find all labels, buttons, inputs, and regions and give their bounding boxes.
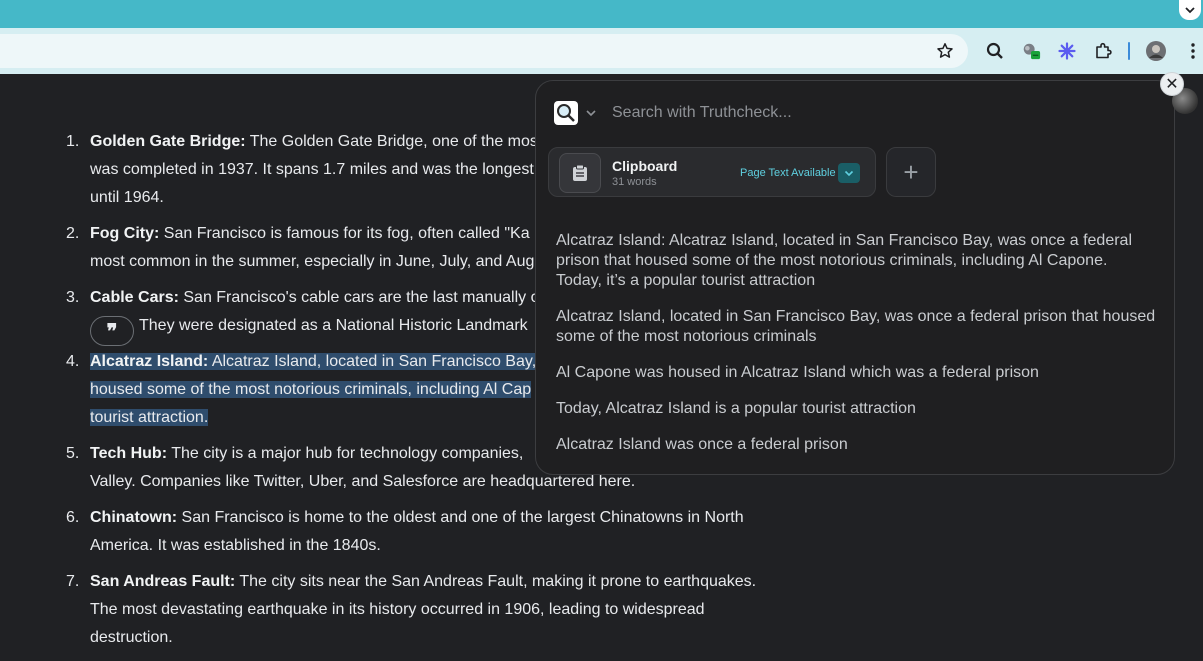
selected-text: housed some of the most notorious crimin…: [90, 381, 532, 398]
item-text: destruction.: [90, 629, 173, 646]
quote-button[interactable]: ❞: [90, 316, 134, 346]
item-title: Alcatraz Island:: [90, 353, 209, 370]
truthcheck-search-input[interactable]: [612, 102, 1152, 124]
claim-item[interactable]: Alcatraz Island: Alcatraz Island, locate…: [556, 231, 1156, 291]
list-item: 6. Chinatown: San Francisco is home to t…: [60, 504, 780, 560]
item-text: most common in the summer, especially in…: [90, 253, 535, 270]
item-title: Chinatown:: [90, 509, 178, 526]
item-text: They were designated as a National Histo…: [139, 317, 528, 334]
item-title: Fog City:: [90, 225, 160, 242]
page-text-status: Page Text Available: [740, 167, 836, 179]
close-popup-button[interactable]: ✕: [1160, 72, 1184, 96]
snowflake-icon[interactable]: [1057, 41, 1077, 61]
claim-item[interactable]: Al Capone was housed in Alcatraz Island …: [556, 363, 1156, 383]
item-number: 3.: [66, 289, 80, 306]
extension-badge-icon[interactable]: [1021, 41, 1041, 61]
address-bar[interactable]: [0, 34, 968, 68]
item-number: 5.: [66, 445, 80, 462]
clipboard-title: Clipboard: [612, 158, 678, 174]
selected-text: tourist attraction.: [90, 409, 209, 426]
item-text: San Francisco's cable cars are the last …: [178, 289, 540, 306]
add-source-button[interactable]: +: [886, 147, 936, 197]
chevron-down-icon: [1185, 7, 1195, 14]
clipboard-word-count: 31 words: [612, 176, 657, 188]
clipboard-icon: [559, 153, 601, 193]
item-title: Golden Gate Bridge:: [90, 133, 246, 150]
plus-icon: +: [903, 156, 919, 187]
puzzle-icon[interactable]: [1093, 41, 1113, 61]
item-text: The city sits near the San Andreas Fault…: [235, 573, 757, 590]
item-text: America. It was established in the 1840s…: [90, 537, 381, 554]
item-number: 4.: [66, 353, 80, 370]
item-number: 7.: [66, 573, 80, 590]
claim-item[interactable]: Alcatraz Island, located in San Francisc…: [556, 307, 1156, 347]
browser-toolbar: [0, 28, 1203, 74]
claims-list: Alcatraz Island: Alcatraz Island, locate…: [556, 231, 1156, 471]
item-text: was completed in 1937. It spans 1.7 mile…: [90, 161, 534, 178]
search-icon[interactable]: [985, 41, 1005, 61]
quote-icon: ❞: [106, 319, 118, 343]
item-text: San Francisco is home to the oldest and …: [177, 509, 744, 526]
bookmark-star-icon[interactable]: [936, 42, 954, 60]
item-text: Valley. Companies like Twitter, Uber, an…: [90, 473, 636, 490]
item-text: Alcatraz Island, located in San Francisc…: [208, 353, 537, 370]
item-text: San Francisco is famous for its fog, oft…: [159, 225, 530, 242]
tab-strip: [0, 0, 1203, 28]
clipboard-source-card[interactable]: Clipboard 31 words Page Text Available: [548, 147, 876, 197]
claim-item[interactable]: Alcatraz Island was once a federal priso…: [556, 435, 1156, 455]
item-title: Cable Cars:: [90, 289, 179, 306]
selected-text: Alcatraz Island: Alcatraz Island, locate…: [90, 353, 537, 370]
profile-avatar[interactable]: [1146, 41, 1166, 61]
truthcheck-popup: Clipboard 31 words Page Text Available +…: [535, 80, 1175, 475]
item-number: 2.: [66, 225, 80, 242]
item-text: The city is a major hub for technology c…: [167, 445, 524, 462]
item-text: until 1964.: [90, 189, 164, 206]
kebab-menu-icon[interactable]: [1183, 41, 1203, 61]
item-number: 1.: [66, 133, 80, 150]
item-text: The most devastating earthquake in its h…: [90, 601, 705, 618]
toolbar-separator: [1128, 42, 1130, 60]
magnifier-logo-icon: [557, 104, 575, 122]
close-icon: ✕: [1165, 76, 1179, 93]
chevron-down-icon: [844, 170, 854, 177]
item-title: Tech Hub:: [90, 445, 168, 462]
source-dropdown-button[interactable]: [838, 163, 860, 183]
chevron-down-icon[interactable]: [584, 106, 598, 120]
search-engine-selector[interactable]: [554, 101, 578, 125]
item-title: San Andreas Fault:: [90, 573, 236, 590]
item-number: 6.: [66, 509, 80, 526]
list-item: 7. San Andreas Fault: The city sits near…: [60, 568, 780, 652]
claim-item[interactable]: Today, Alcatraz Island is a popular tour…: [556, 399, 1156, 419]
item-text: The Golden Gate Bridge, one of the mos: [245, 133, 538, 150]
tab-search-button[interactable]: [1179, 0, 1201, 20]
search-row: [554, 101, 1156, 125]
